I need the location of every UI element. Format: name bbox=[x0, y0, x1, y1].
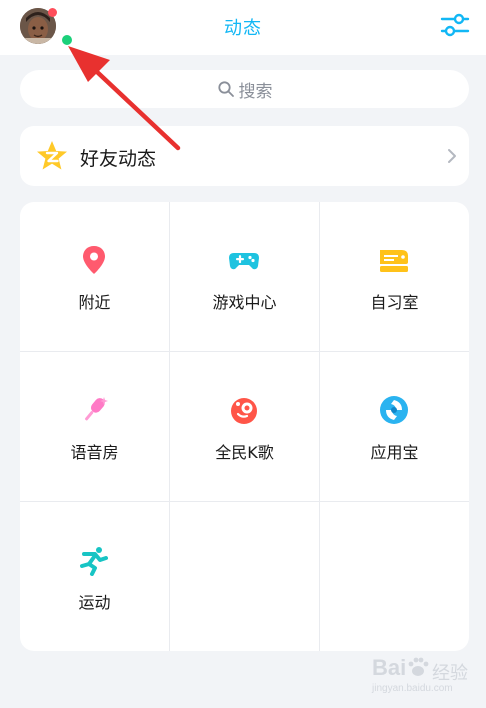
friend-feed-label: 好友动态 bbox=[80, 148, 157, 170]
grid-item-label: 语音房 bbox=[70, 443, 119, 462]
page-title: 动态 bbox=[224, 18, 262, 39]
running-icon bbox=[80, 547, 108, 576]
grid-item-sports[interactable]: 运动 bbox=[20, 502, 169, 651]
grid-item-study-room[interactable]: 自习室 bbox=[320, 202, 469, 351]
baidu-watermark: Bai 经验 jingyan.baidu.com bbox=[372, 653, 472, 701]
grid-item-label: 应用宝 bbox=[370, 443, 419, 462]
top-bar: 动态 bbox=[0, 0, 486, 55]
grid-item-nearby[interactable]: 附近 bbox=[20, 202, 169, 351]
search-content: 搜索 bbox=[20, 70, 469, 108]
app-store-icon bbox=[380, 396, 408, 424]
friend-feed-row[interactable]: 好友动态 bbox=[20, 126, 469, 186]
app-grid: 附近 游戏中心 自习室 语音房 全民K歌 应用宝 运动 bbox=[20, 202, 469, 651]
grid-item-label: 运动 bbox=[78, 593, 111, 612]
paw-icon bbox=[408, 657, 429, 676]
search-placeholder: 搜索 bbox=[238, 81, 273, 102]
watermark-url: jingyan.baidu.com bbox=[372, 683, 453, 694]
search-icon bbox=[217, 81, 234, 97]
qzone-star-icon bbox=[37, 141, 67, 170]
grid-item-label: 游戏中心 bbox=[212, 293, 277, 312]
chevron-right-icon bbox=[448, 149, 456, 163]
microphone-icon bbox=[84, 397, 108, 421]
grid-item-label: 全民K歌 bbox=[215, 443, 274, 462]
grid-item-label: 自习室 bbox=[370, 293, 419, 312]
grid-item-app-store[interactable]: 应用宝 bbox=[320, 352, 469, 501]
location-pin-icon bbox=[83, 246, 105, 274]
search-input[interactable]: 搜索 bbox=[20, 70, 469, 108]
watermark-brand: Bai bbox=[372, 655, 407, 680]
grid-item-voice-room[interactable]: 语音房 bbox=[20, 352, 169, 501]
gamepad-icon bbox=[229, 253, 259, 270]
grid-item-label: 附近 bbox=[78, 293, 111, 312]
sliders-icon[interactable] bbox=[440, 12, 470, 38]
watermark-text: 经验 bbox=[432, 663, 468, 684]
grid-item-karaoke[interactable]: 全民K歌 bbox=[170, 352, 319, 501]
grid-item-game-center[interactable]: 游戏中心 bbox=[170, 202, 319, 351]
karaoke-icon bbox=[231, 398, 257, 424]
study-room-icon bbox=[380, 250, 408, 272]
